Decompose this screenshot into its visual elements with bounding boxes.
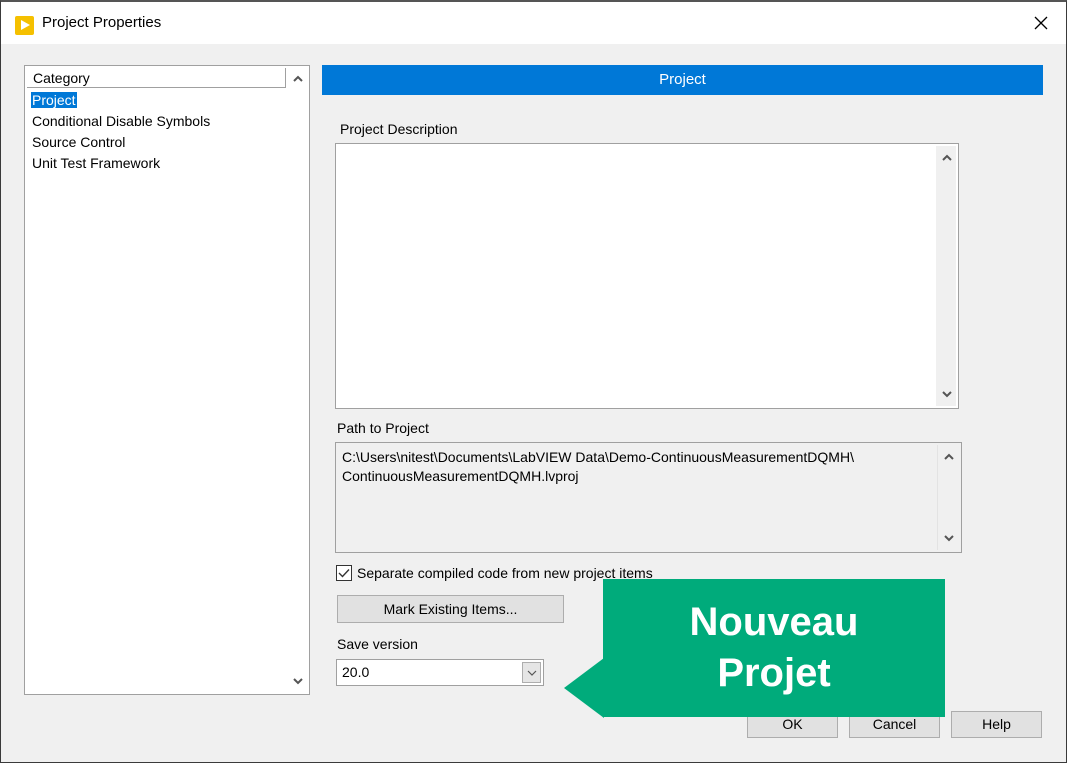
category-column-header[interactable]: Category (27, 68, 286, 88)
callout-line-2: Projet (717, 651, 831, 695)
save-version-dropdown-button[interactable] (522, 662, 541, 683)
close-button[interactable] (1030, 12, 1052, 34)
section-header: Project (322, 65, 1043, 95)
category-list[interactable]: Category Project Conditional Disable Sym… (24, 65, 310, 695)
path-to-project-field[interactable]: C:\Users\nitest\Documents\LabVIEW Data\D… (335, 442, 962, 553)
scroll-down-button[interactable] (936, 384, 957, 404)
annotation-callout: Nouveau Projet (603, 579, 945, 717)
labview-app-icon (15, 16, 34, 35)
category-item-unit-test-framework[interactable]: Unit Test Framework (31, 153, 211, 174)
mark-existing-items-button[interactable]: Mark Existing Items... (337, 595, 564, 623)
scroll-up-button[interactable] (938, 447, 959, 467)
separate-compiled-code-checkbox[interactable] (336, 565, 352, 581)
checkmark-icon (338, 569, 350, 578)
save-version-label: Save version (337, 636, 418, 652)
chevron-up-icon (943, 453, 954, 460)
callout-pointer (564, 658, 604, 718)
save-version-value: 20.0 (342, 664, 370, 680)
project-description-textarea[interactable] (335, 143, 959, 409)
close-icon (1034, 16, 1048, 30)
title-bar: Project Properties (1, 2, 1066, 44)
path-scrollbar[interactable] (937, 445, 959, 550)
category-items: Project Conditional Disable Symbols Sour… (31, 90, 211, 174)
category-item-conditional-disable-symbols[interactable]: Conditional Disable Symbols (31, 111, 211, 132)
category-item-label: Project (31, 92, 77, 108)
window-title: Project Properties (42, 14, 162, 31)
chevron-down-icon (292, 678, 303, 685)
path-line-2: ContinuousMeasurementDQMH.lvproj (342, 468, 579, 484)
description-scrollbar[interactable] (936, 146, 956, 406)
category-item-label: Source Control (32, 134, 126, 150)
help-button[interactable]: Help (951, 711, 1042, 738)
chevron-down-icon (527, 670, 536, 676)
chevron-down-icon (941, 391, 952, 398)
path-line-1: C:\Users\nitest\Documents\LabVIEW Data\D… (342, 449, 854, 465)
scroll-up-button[interactable] (936, 148, 957, 168)
scroll-down-button[interactable] (287, 671, 308, 691)
path-to-project-label: Path to Project (337, 420, 429, 436)
save-version-select[interactable]: 20.0 (336, 659, 544, 686)
category-item-project[interactable]: Project (31, 90, 211, 111)
project-description-label: Project Description (340, 121, 458, 137)
scroll-up-button[interactable] (287, 69, 308, 89)
callout-line-1: Nouveau (689, 600, 859, 644)
category-item-source-control[interactable]: Source Control (31, 132, 211, 153)
scroll-down-button[interactable] (938, 528, 959, 548)
chevron-down-icon (943, 535, 954, 542)
project-properties-dialog: Project Properties Category Project Cond… (0, 0, 1067, 763)
category-scrollbar[interactable] (287, 67, 308, 693)
path-to-project-value: C:\Users\nitest\Documents\LabVIEW Data\D… (342, 448, 922, 486)
chevron-up-icon (292, 75, 303, 82)
chevron-up-icon (941, 154, 952, 161)
category-item-label: Conditional Disable Symbols (32, 113, 211, 129)
category-item-label: Unit Test Framework (32, 155, 161, 171)
